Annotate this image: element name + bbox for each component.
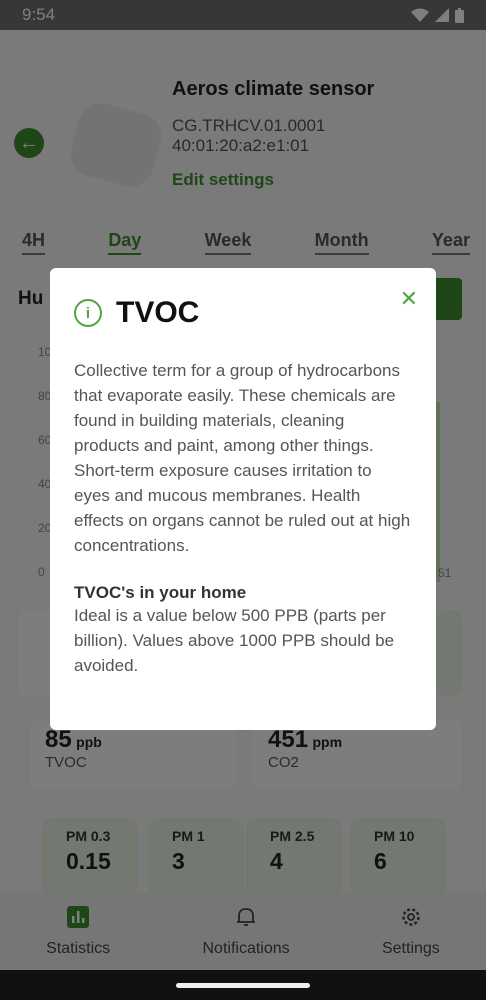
close-button[interactable]: ✕ bbox=[400, 286, 418, 312]
dialog-title: TVOC bbox=[116, 296, 200, 329]
dialog-body: Collective term for a group of hydrocarb… bbox=[74, 361, 411, 555]
system-nav-bar bbox=[0, 970, 486, 1000]
dialog-subtitle: TVOC's in your home bbox=[74, 583, 247, 602]
info-icon: i bbox=[74, 299, 102, 327]
dialog-header: i TVOC bbox=[74, 296, 412, 330]
home-indicator[interactable] bbox=[176, 983, 310, 988]
close-icon: ✕ bbox=[399, 286, 418, 311]
dialog-body-secondary: Ideal is a value below 500 PPB (parts pe… bbox=[74, 606, 395, 675]
info-dialog: ✕ i TVOC Collective term for a group of … bbox=[50, 268, 436, 730]
